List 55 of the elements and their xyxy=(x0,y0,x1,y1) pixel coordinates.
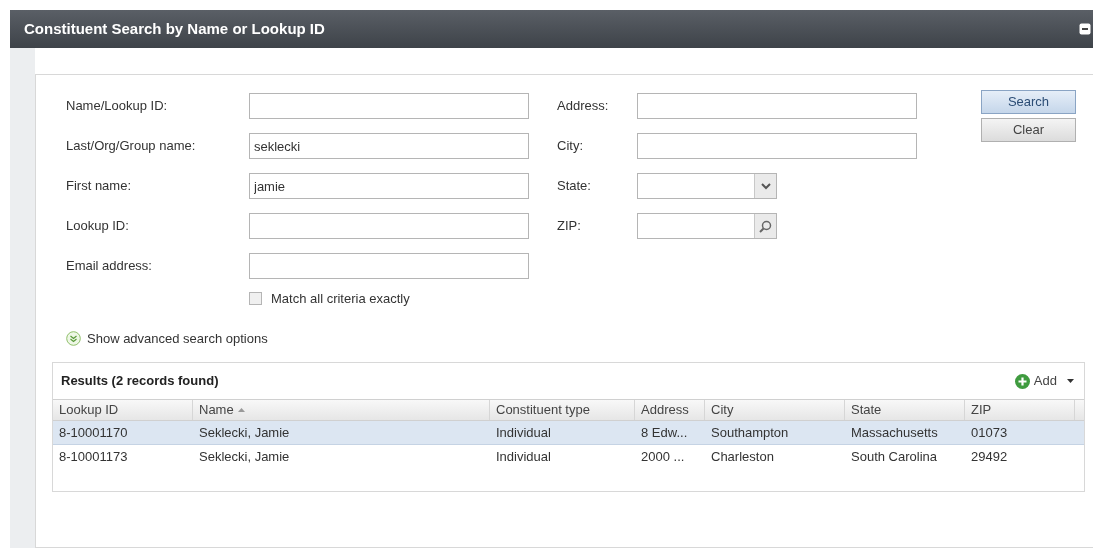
caret-icon xyxy=(1067,379,1074,383)
advanced-search-link[interactable]: Show advanced search options xyxy=(87,328,268,348)
table-cell-text: Massachusetts xyxy=(850,423,939,442)
field-label: Lookup ID: xyxy=(66,217,130,236)
table-cell-text: Individual xyxy=(495,448,552,467)
table-cell-text: 8 Edw... xyxy=(640,423,689,442)
expand-icon[interactable] xyxy=(66,330,81,346)
results-title: Results (2 records found) xyxy=(61,372,219,391)
field-label: Email address: xyxy=(66,257,153,276)
checkbox-label: Match all criteria exactly xyxy=(271,290,410,308)
sort-up-icon xyxy=(237,408,245,412)
search-button[interactable]: Search xyxy=(981,90,1076,114)
table-cell-text: Southampton xyxy=(710,423,790,442)
search-icon xyxy=(759,219,772,233)
column-header[interactable]: Name xyxy=(193,400,490,420)
field-label: Name/Lookup ID: xyxy=(66,97,169,116)
table-cell-text: Individual xyxy=(495,423,552,442)
state-dropdown[interactable] xyxy=(637,173,777,199)
zip-field[interactable] xyxy=(637,213,777,239)
chevron-down-icon xyxy=(760,182,771,190)
text-field[interactable] xyxy=(249,93,529,119)
column-header[interactable]: Address xyxy=(635,400,705,420)
collapse-icon[interactable] xyxy=(1079,23,1091,35)
text-field[interactable] xyxy=(249,213,529,239)
add-button[interactable]: Add xyxy=(1014,371,1076,391)
table-cell-text: 01073 xyxy=(970,423,1009,442)
field-label: Address: xyxy=(557,97,610,116)
table-cell-text: Charleston xyxy=(710,448,775,467)
column-header[interactable]: ZIP xyxy=(965,400,1075,420)
text-field[interactable]: jamie xyxy=(249,173,529,199)
column-header[interactable]: State xyxy=(845,400,965,420)
column-header[interactable]: City xyxy=(705,400,845,420)
table-cell-text: Seklecki, Jamie xyxy=(198,448,291,467)
table-cell-text: 2000 ... xyxy=(640,448,686,467)
table-cell-text: Seklecki, Jamie xyxy=(198,423,291,442)
table-cell-text: 8-10001173 xyxy=(58,448,129,467)
text-field[interactable] xyxy=(249,253,529,279)
field-label: First name: xyxy=(66,177,132,196)
column-header[interactable]: Lookup ID xyxy=(53,400,193,420)
result-row[interactable]: 8-10001170 Seklecki, Jamie Individual 8 Edw... Southampton Massachusetts 01073 xyxy=(53,421,1084,445)
table-cell-text: 29492 xyxy=(970,448,1009,467)
table-cell-text: South Carolina xyxy=(850,448,938,467)
field-label: State: xyxy=(557,177,592,196)
text-field[interactable]: seklecki xyxy=(249,133,529,159)
field-label: Last/Org/Group name: xyxy=(66,137,197,156)
field-label: City: xyxy=(557,137,584,156)
window-title: Constituent Search by Name or Lookup ID xyxy=(24,18,325,39)
field-label: ZIP: xyxy=(557,217,582,236)
clear-button[interactable]: Clear xyxy=(981,118,1076,142)
plus-icon xyxy=(1014,373,1030,389)
table-cell-text: 8-10001170 xyxy=(58,423,129,442)
column-header[interactable]: Constituent type xyxy=(490,400,635,420)
text-field[interactable] xyxy=(637,93,917,119)
checkbox[interactable] xyxy=(249,292,262,306)
text-field[interactable] xyxy=(637,133,917,159)
